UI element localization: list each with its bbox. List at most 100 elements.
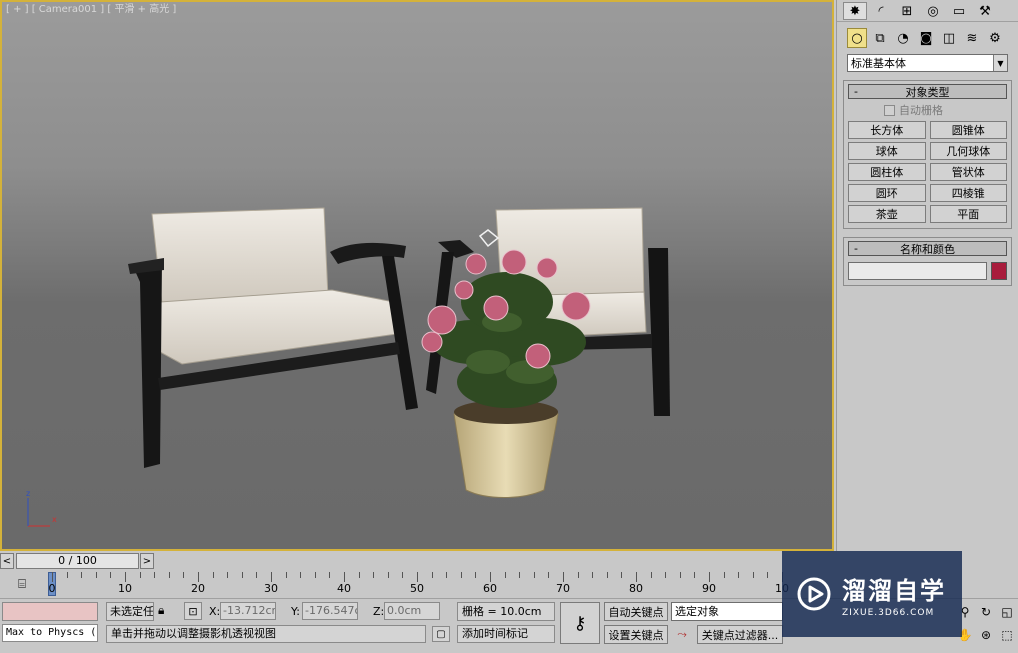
ruler-tick xyxy=(650,572,652,578)
helpers-icon[interactable]: ◫ xyxy=(939,28,959,48)
time-prev-button[interactable]: < xyxy=(0,553,14,569)
camera-viewport[interactable]: [ + ] [ Camera001 ] [ 平滑 + 高光 ] x z xyxy=(0,0,834,551)
maximize-icon[interactable]: ⬚ xyxy=(997,625,1017,644)
ruler-tick xyxy=(723,572,725,578)
roll-icon[interactable]: ⊛ xyxy=(976,625,996,644)
ruler-tick xyxy=(314,572,316,578)
ruler-tick xyxy=(329,572,331,578)
shapes-icon[interactable]: ⧉ xyxy=(870,28,890,48)
selection-color-swatch[interactable] xyxy=(2,602,98,621)
camera-target-icon[interactable] xyxy=(478,229,500,248)
torus-button[interactable]: 圆环 xyxy=(848,184,926,202)
maxscript-listener[interactable]: Max to Physcs ( xyxy=(2,624,98,642)
set-key-button[interactable]: 设置关键点 xyxy=(604,625,668,644)
axis-x-label: x xyxy=(52,515,57,524)
left-chair xyxy=(128,207,418,468)
ruler-tick xyxy=(519,572,521,578)
utilities-tab-icon[interactable]: ⚒ xyxy=(973,2,997,20)
primitive-category-value: 标准基本体 xyxy=(851,57,906,70)
pyramid-button[interactable]: 四棱锥 xyxy=(929,184,1007,202)
key-curve-icon[interactable]: ⤳ xyxy=(671,625,693,643)
ruler-tick xyxy=(241,572,243,578)
motion-tab-icon[interactable]: ◎ xyxy=(921,2,945,20)
ruler-tick xyxy=(694,572,696,578)
ruler-tick xyxy=(183,572,185,578)
key-filters-button[interactable]: 关键点过滤器... xyxy=(697,625,783,644)
teapot-button[interactable]: 茶壶 xyxy=(848,205,926,223)
name-color-header[interactable]: - 名称和颜色 xyxy=(848,241,1007,256)
ruler-tick xyxy=(402,572,404,578)
command-panel: ✸ ◜ ⊞ ◎ ▭ ⚒ ○ ⧉ ◔ ◙ ◫ ≋ ⚙ 标准基本体 ▼ - 对象类型 xyxy=(836,0,1018,551)
grid-size-label: 栅格 = 10.0cm xyxy=(457,602,555,621)
tube-button[interactable]: 管状体 xyxy=(929,163,1007,181)
ruler-tick xyxy=(373,572,375,578)
auto-key-button[interactable]: 自动关键点 xyxy=(604,602,668,621)
ruler-tick xyxy=(417,572,418,582)
chevron-down-icon[interactable]: ▼ xyxy=(993,55,1007,71)
object-color-swatch[interactable] xyxy=(991,262,1007,280)
ruler-tick xyxy=(285,572,287,578)
time-next-button[interactable]: > xyxy=(140,553,154,569)
scene-render xyxy=(128,207,670,498)
ruler-tick xyxy=(198,572,199,582)
ruler-tick xyxy=(709,572,710,582)
command-panel-tabs: ✸ ◜ ⊞ ◎ ▭ ⚒ xyxy=(837,0,1018,22)
ruler-tick xyxy=(490,572,491,582)
box-button[interactable]: 长方体 xyxy=(848,121,926,139)
display-tab-icon[interactable]: ▭ xyxy=(947,2,971,20)
geosphere-button[interactable]: 几何球体 xyxy=(929,142,1007,160)
key-selection-dropdown[interactable]: 选定对象 xyxy=(671,602,783,621)
set-key-icon[interactable]: ⚷ xyxy=(560,602,600,644)
geometry-icon[interactable]: ○ xyxy=(847,28,867,48)
ruler-tick xyxy=(533,572,535,578)
ruler-tick xyxy=(621,572,623,578)
ruler-tick xyxy=(504,572,506,578)
ruler-tick xyxy=(95,572,97,578)
lights-icon[interactable]: ◔ xyxy=(893,28,913,48)
object-type-header[interactable]: - 对象类型 xyxy=(848,84,1007,99)
time-tag-icon[interactable]: ▢ xyxy=(432,626,450,642)
spacewarps-icon[interactable]: ≋ xyxy=(962,28,982,48)
ruler-tick xyxy=(592,572,594,578)
systems-icon[interactable]: ⚙ xyxy=(985,28,1005,48)
primitive-category-dropdown[interactable]: 标准基本体 ▼ xyxy=(847,54,1008,72)
ruler-tick xyxy=(227,572,229,578)
hierarchy-tab-icon[interactable]: ⊞ xyxy=(895,2,919,20)
orbit-icon[interactable]: ↻ xyxy=(976,602,996,621)
ruler-tick xyxy=(212,572,214,578)
autogrid-option[interactable]: 自动栅格 xyxy=(884,102,1007,118)
y-coordinate-field[interactable]: -176.547cr xyxy=(302,602,358,620)
ruler-label: 10 xyxy=(118,582,132,595)
sphere-button[interactable]: 球体 xyxy=(848,142,926,160)
frame-ruler[interactable]: 010203040506070809010 xyxy=(48,572,789,596)
z-coordinate-field[interactable]: 0.0cm xyxy=(384,602,440,620)
curve-editor-icon[interactable]: ⌸ xyxy=(8,574,36,594)
absolute-mode-icon[interactable]: ⊡ xyxy=(184,602,202,620)
ruler-tick xyxy=(168,572,170,578)
app-window: [ + ] [ Camera001 ] [ 平滑 + 高光 ] x z ✸ ◜ … xyxy=(0,0,1018,653)
object-name-input[interactable] xyxy=(848,262,987,280)
ruler-tick xyxy=(446,572,448,578)
collapse-icon[interactable]: - xyxy=(849,242,863,255)
ruler-label: 20 xyxy=(191,582,205,595)
ruler-tick xyxy=(81,572,83,578)
collapse-icon[interactable]: - xyxy=(849,85,863,98)
lock-icon[interactable]: 🔒︎ xyxy=(158,603,164,618)
ruler-tick xyxy=(752,572,754,578)
modify-tab-icon[interactable]: ◜ xyxy=(869,2,893,20)
axis-z-label: z xyxy=(26,489,30,498)
autogrid-checkbox[interactable] xyxy=(884,104,895,116)
cone-button[interactable]: 圆锥体 xyxy=(929,121,1007,139)
cameras-icon[interactable]: ◙ xyxy=(916,28,936,48)
zoom-extents-icon[interactable]: ◱ xyxy=(997,602,1017,621)
time-slider[interactable]: 0 / 100 xyxy=(16,553,139,569)
create-tab-icon[interactable]: ✸ xyxy=(843,2,867,20)
ruler-tick xyxy=(66,572,68,578)
cylinder-button[interactable]: 圆柱体 xyxy=(848,163,926,181)
add-time-tag-button[interactable]: 添加时间标记 xyxy=(457,625,555,643)
ruler-label: 0 xyxy=(48,582,56,595)
x-coordinate-field[interactable]: -13.712cm xyxy=(220,602,276,620)
ruler-tick xyxy=(460,572,462,578)
plane-button[interactable]: 平面 xyxy=(929,205,1007,223)
ruler-tick xyxy=(548,572,550,578)
